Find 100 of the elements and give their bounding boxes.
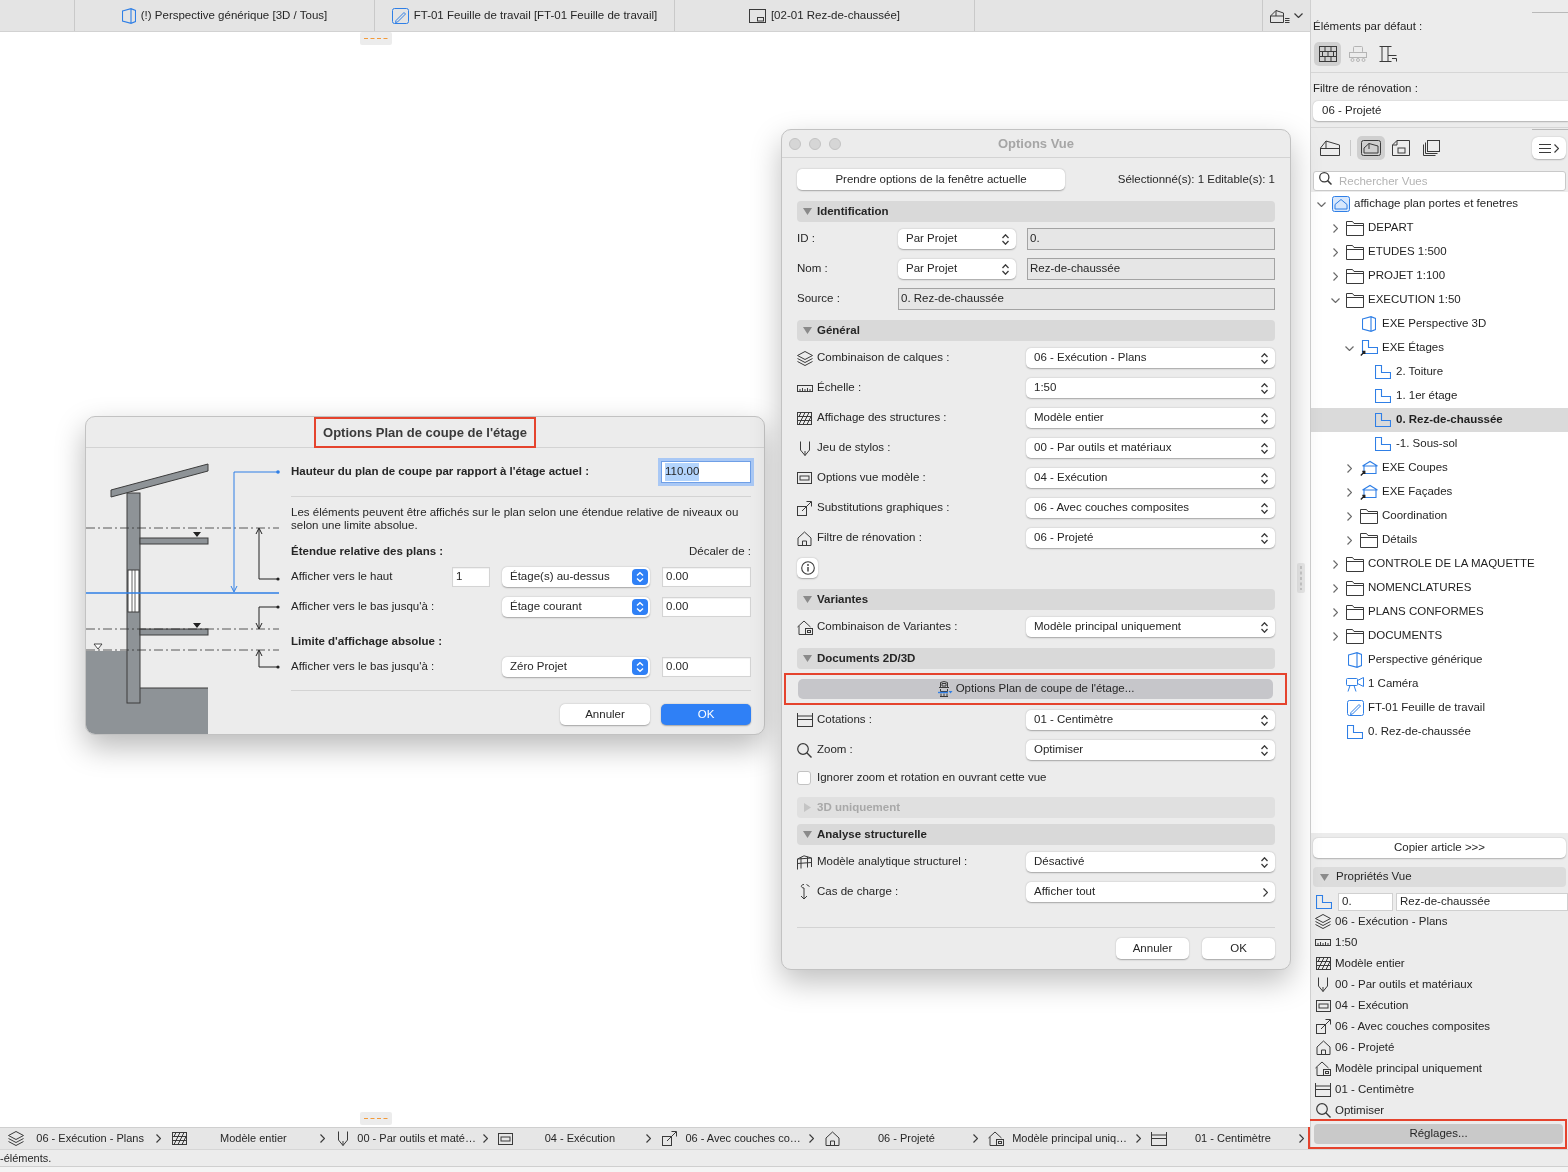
status-dropdown[interactable]: 00 - Par outils et maté… [328, 1128, 492, 1149]
tree-item[interactable]: -1. Sous-sol [1311, 432, 1568, 456]
up-down-chevron-icon [1002, 233, 1009, 245]
floor-plan-cut-button[interactable]: Options Plan de coupe de l'étage... [798, 679, 1273, 699]
dropdown[interactable]: Par Projet [898, 229, 1016, 249]
dropdown[interactable]: Optimiser [1026, 740, 1275, 760]
input-field[interactable]: Rez-de-chaussée [1396, 893, 1568, 911]
section-header[interactable]: Analyse structurelle [797, 824, 1275, 845]
field-label: Jeu de stylos : [817, 440, 892, 456]
pen-nib-icon [1318, 977, 1328, 992]
status-dropdown[interactable]: 01 - Centimètre [1144, 1128, 1308, 1149]
dropdown[interactable]: 06 - Projeté [1026, 528, 1275, 548]
input-field[interactable]: 0.00 [662, 657, 751, 677]
up-down-chevron-icon [1261, 472, 1268, 484]
menu-button[interactable] [1532, 137, 1566, 159]
text-field[interactable]: 0. [1027, 228, 1275, 250]
tree-item[interactable]: DEPART [1311, 216, 1568, 240]
navigator-mode-button[interactable] [1357, 136, 1385, 160]
dropdown[interactable]: Afficher tout [1026, 882, 1275, 902]
take-options-button[interactable]: Prendre options de la fenêtre actuelle [797, 169, 1065, 190]
panel-label: Éléments par défaut : [1313, 19, 1424, 33]
dropdown[interactable]: Modèle principal uniquement [1026, 617, 1275, 637]
property-value: 06 - Projeté [1335, 1039, 1395, 1055]
disclosure-triangle-icon [803, 831, 812, 838]
tree-item[interactable]: EXE Étages [1311, 336, 1568, 360]
settings-button[interactable]: Réglages... [1314, 1124, 1563, 1144]
tree-item[interactable]: ETUDES 1:500 [1311, 240, 1568, 264]
input-field[interactable]: 0.00 [662, 597, 751, 617]
splitter-handle[interactable] [1297, 563, 1305, 593]
info-button[interactable] [797, 558, 818, 578]
search-field[interactable]: Rechercher Vues [1313, 171, 1566, 191]
tree-item[interactable]: Perspective générique [1311, 648, 1568, 672]
section-header[interactable]: Identification [797, 201, 1275, 222]
status-dropdown[interactable]: 06 - Avec couches co… [655, 1128, 819, 1149]
tree-item[interactable]: EXE Perspective 3D [1311, 312, 1568, 336]
tree-item[interactable]: 2. Toiture [1311, 360, 1568, 384]
tree-item[interactable]: Détails [1311, 528, 1568, 552]
tree-item[interactable]: 0. Rez-de-chaussée [1311, 720, 1568, 744]
splitter-handle[interactable] [360, 32, 392, 45]
house-icon [1315, 1040, 1331, 1055]
ruler-icon [1315, 939, 1331, 946]
tree-item[interactable]: NOMENCLATURES [1311, 576, 1568, 600]
input-field[interactable]: 0.00 [662, 567, 751, 587]
tree-item[interactable]: EXE Coupes [1311, 456, 1568, 480]
dropdown[interactable]: 04 - Exécution [1026, 468, 1275, 488]
tree-item[interactable]: affichage plan portes et fenetres [1311, 192, 1568, 216]
dropdown[interactable]: 06 - Avec couches composites [1026, 498, 1275, 518]
tree-item[interactable]: 1. 1er étage [1311, 384, 1568, 408]
tree-item[interactable]: CONTROLE DE LA MAQUETTE [1311, 552, 1568, 576]
dropdown[interactable]: Par Projet [898, 259, 1016, 279]
tree-item[interactable]: PROJET 1:100 [1311, 264, 1568, 288]
section-header[interactable]: Général [797, 320, 1275, 341]
status-dropdown[interactable]: Modèle entier [165, 1128, 329, 1149]
dimension-frame-icon [1315, 1082, 1331, 1097]
folder-icon [1346, 220, 1364, 236]
input-field[interactable]: 1 [452, 567, 490, 587]
dropdown[interactable]: 06 - Exécution - Plans [1026, 348, 1275, 368]
floor-plan-link-icon [1360, 340, 1378, 356]
checkbox[interactable] [797, 771, 811, 785]
section-header[interactable]: Documents 2D/3D [797, 648, 1275, 669]
dialog-button[interactable]: Annuler [560, 704, 650, 725]
description-text: Les éléments peuvent être affichés sur le plan selon une étendue relative de niveaux ou selon une limite absolue. [291, 506, 740, 532]
dropdown[interactable]: Étage courant [502, 597, 650, 617]
status-dropdown[interactable]: 04 - Exécution [491, 1128, 655, 1149]
field-label: Combinaison de calques : [817, 350, 951, 366]
dialog-button[interactable]: Annuler [1116, 938, 1189, 959]
chevron-right-icon [809, 1134, 815, 1143]
tree-item[interactable]: DOCUMENTS [1311, 624, 1568, 648]
tree-item[interactable]: 0. Rez-de-chaussée [1311, 408, 1568, 432]
section-header[interactable]: Variantes [797, 589, 1275, 610]
dialog-button[interactable]: OK [1202, 938, 1275, 959]
splitter-handle[interactable] [360, 1112, 392, 1125]
input-field[interactable]: 0. [1338, 893, 1393, 911]
dropdown[interactable]: 00 - Par outils et matériaux [1026, 438, 1275, 458]
tree-item[interactable]: FT-01 Feuille de travail [1311, 696, 1568, 720]
property-value: 01 - Centimètre [1335, 1081, 1415, 1097]
dialog-button[interactable]: OK [661, 704, 751, 725]
status-dropdown[interactable]: Modèle principal uniq… [981, 1128, 1145, 1149]
input-field[interactable]: 110.00 [661, 461, 751, 483]
dropdown[interactable]: Zéro Projet [502, 657, 650, 677]
dropdown[interactable]: 01 - Centimètre [1026, 710, 1275, 730]
text-field[interactable]: 0. Rez-de-chaussée [898, 288, 1275, 310]
tree-item[interactable]: EXE Façades [1311, 480, 1568, 504]
copy-button[interactable]: Copier article >>> [1313, 838, 1566, 858]
tree-item[interactable]: EXECUTION 1:50 [1311, 288, 1568, 312]
dropdown[interactable]: Désactivé [1026, 852, 1275, 872]
dropdown[interactable]: 1:50 [1026, 378, 1275, 398]
tree-item[interactable]: PLANS CONFORMES [1311, 600, 1568, 624]
status-dropdown[interactable]: 06 - Exécution - Plans [2, 1128, 166, 1149]
tree-item[interactable]: Coordination [1311, 504, 1568, 528]
text-field[interactable]: Rez-de-chaussée [1027, 258, 1275, 280]
magnifier-icon [797, 742, 812, 758]
tree-item[interactable]: 1 Caméra [1311, 672, 1568, 696]
section-header[interactable]: Propriétés Vue [1313, 867, 1566, 887]
tool-button[interactable] [1314, 42, 1341, 66]
dropdown[interactable]: Modèle entier [1026, 408, 1275, 428]
dropdown[interactable]: Étage(s) au-dessus [502, 567, 650, 587]
dropdown[interactable]: 06 - Projeté [1313, 101, 1568, 121]
status-dropdown[interactable]: 06 - Projeté [818, 1128, 982, 1149]
floor-plan-icon [1347, 725, 1363, 739]
